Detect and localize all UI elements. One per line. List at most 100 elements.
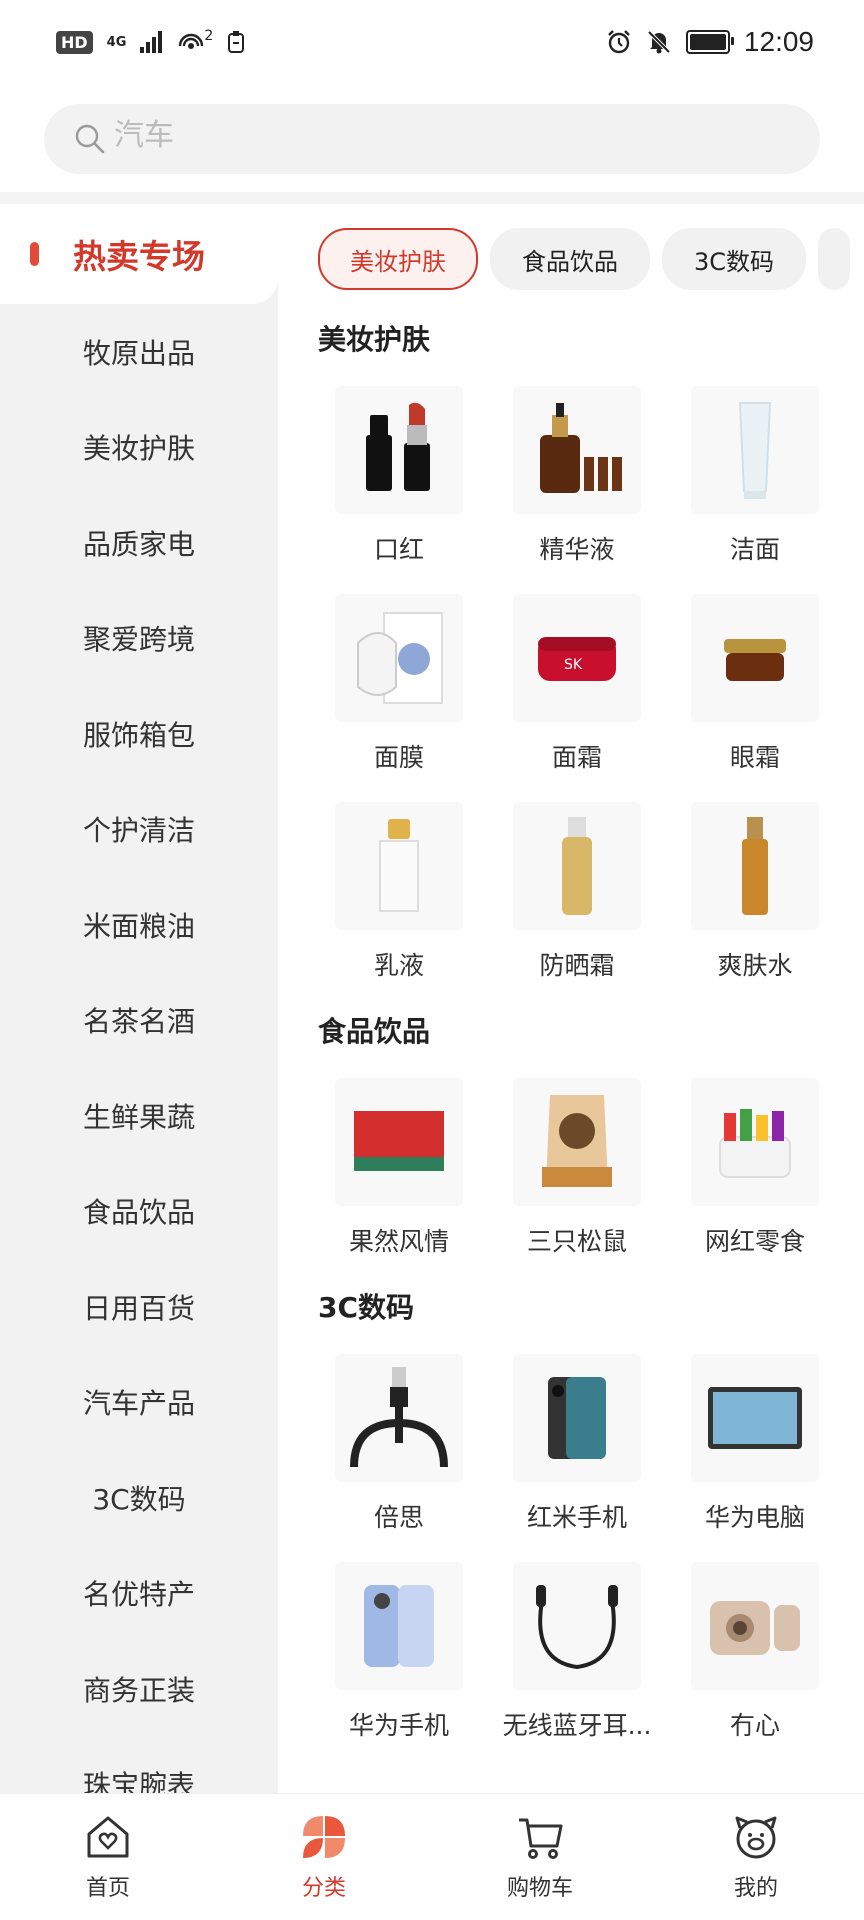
sidebar-item-label: 米面粮油 [82,909,195,943]
bottom-tab-bar: 首页 分类 购物车 我的 [0,1793,864,1920]
sidebar-item[interactable]: 汽车产品 [0,1355,278,1451]
product-category-label: 果然风情 [348,1227,449,1256]
sidebar-item[interactable]: 珠宝腕表 [0,1737,278,1794]
hd-badge: HD [56,30,93,54]
product-category-item[interactable]: 精华液 [488,358,666,566]
sidebar-item[interactable]: 名优特产 [0,1546,278,1642]
chip-more[interactable] [818,228,851,290]
tab-label: 我的 [733,1876,778,1901]
battery-fill [689,34,726,50]
status-right: 12:09 [606,26,814,58]
chip-3c[interactable]: 3C数码 [662,228,807,290]
product-category-label: 洁面 [729,535,780,564]
snack-bag-icon [513,1078,641,1206]
sim-card-icon [228,31,245,53]
product-category-item[interactable]: 面膜 [310,566,488,774]
sidebar-item[interactable]: 牧原出品 [0,304,278,400]
sidebar-item[interactable]: 美妆护肤 [0,400,278,496]
camera-icon [691,1562,819,1690]
sidebar-item-label: 名茶名酒 [82,1005,195,1039]
subcategory-chips: 美妆护肤 食品饮品 3C数码 [318,228,864,290]
serum-icon [513,386,641,514]
cart-icon [519,1818,563,1859]
mute-bell-icon [647,30,671,54]
sidebar-item-label: 名优特产 [82,1578,195,1612]
sidebar-item-hot-sale[interactable]: 热卖专场 [0,204,278,304]
lotion-icon [335,802,463,930]
phone-icon [513,1354,641,1482]
sidebar-item[interactable]: 生鲜果蔬 [0,1068,278,1164]
status-bar: HD 4G 2 12:09 [0,0,864,84]
sidebar-item[interactable]: 聚爱跨境 [0,591,278,687]
product-category-item[interactable]: 洁面 [666,358,844,566]
product-category-item[interactable]: 红米手机 [488,1326,666,1534]
sidebar-item[interactable]: 品质家电 [0,495,278,591]
earphones-icon [513,1562,641,1690]
gift-box-icon [335,1078,463,1206]
chip-beauty[interactable]: 美妆护肤 [318,228,478,290]
product-category-item[interactable]: 三只松鼠 [488,1050,666,1258]
product-category-item[interactable]: 眼霜 [666,566,844,774]
sidebar-item[interactable]: 个护清洁 [0,782,278,878]
product-category-item[interactable]: 防晒霜 [488,774,666,982]
sidebar-item[interactable]: 3C数码 [0,1450,278,1546]
product-category-item[interactable]: 果然风情 [310,1050,488,1258]
divider-band [0,192,864,204]
tab-label: 购物车 [506,1876,573,1901]
chip-food[interactable]: 食品饮品 [490,228,650,290]
sidebar-item-label: 生鲜果蔬 [82,1100,195,1134]
sidebar-item-label: 珠宝腕表 [82,1769,195,1794]
sidebar-item[interactable]: 名茶名酒 [0,973,278,1069]
search-input[interactable] [112,116,716,154]
sidebar-item-label: 品质家电 [82,527,195,561]
hotspot-count: 2 [204,28,214,44]
product-category-item[interactable]: 爽肤水 [666,774,844,982]
search-bar[interactable] [44,104,820,174]
network-4g-label: 4G [106,34,127,50]
snack-basket-icon [691,1078,819,1206]
product-category-label: 口红 [373,535,424,564]
sidebar-item-label: 服饰箱包 [82,718,195,752]
sidebar-item[interactable]: 食品饮品 [0,1164,278,1260]
product-category-item[interactable]: 华为电脑 [666,1326,844,1534]
home-heart-icon [87,1816,129,1858]
product-category-item[interactable]: 无线蓝牙耳... [488,1534,666,1742]
product-category-label: 华为手机 [348,1711,449,1740]
section-title-beauty: 美妆护肤 [318,323,431,356]
sidebar-item-label: 个护清洁 [82,814,195,848]
product-category-item[interactable]: 网红零食 [666,1050,844,1258]
product-category-item[interactable]: 乳液 [310,774,488,982]
product-category-label: 防晒霜 [539,951,615,980]
product-category-item[interactable]: 倍思 [310,1326,488,1534]
digital-grid: 倍思 红米手机 华为电脑 华为手机 无线蓝牙耳... 冇心 [310,1326,850,1742]
product-category-item[interactable]: 口红 [310,358,488,566]
status-left: HD 4G 2 [56,28,245,54]
sidebar-item-label: 聚爱跨境 [82,623,195,657]
active-indicator [30,242,39,266]
section-title-food: 食品饮品 [318,1015,431,1048]
cleanser-icon [691,386,819,514]
category-sidebar[interactable]: 热卖专场 牧原出品 美妆护肤 品质家电 聚爱跨境 服饰箱包 个护清洁 米面粮油 … [0,204,278,1794]
product-category-item[interactable]: 华为手机 [310,1534,488,1742]
sidebar-item[interactable]: 服饰箱包 [0,686,278,782]
product-category-label: 精华液 [539,535,615,564]
signal-icon [140,31,163,53]
product-category-item[interactable]: SK 面霜 [488,566,666,774]
tablet-icon [691,1354,819,1482]
sidebar-item-label: 3C数码 [92,1482,186,1516]
profile-pig-icon [735,1816,777,1859]
product-category-label: 无线蓝牙耳... [502,1711,652,1740]
tab-profile[interactable]: 我的 [648,1794,864,1920]
sidebar-item[interactable]: 商务正装 [0,1641,278,1737]
section-title-3c: 3C数码 [318,1291,415,1324]
tab-category[interactable]: 分类 [216,1794,432,1920]
sidebar-item[interactable]: 米面粮油 [0,877,278,973]
category-content[interactable]: 美妆护肤 食品饮品 3C数码 美妆护肤 口红 精华液 洁面 面膜 SK 面霜 眼… [278,204,864,1794]
tab-home[interactable]: 首页 [0,1794,216,1920]
tab-cart[interactable]: 购物车 [432,1794,648,1920]
alarm-icon [608,30,630,54]
product-category-item[interactable]: 冇心 [666,1534,844,1742]
clock-time: 12:09 [743,26,814,57]
product-category-label: 面霜 [551,743,602,772]
sidebar-item[interactable]: 日用百货 [0,1259,278,1355]
